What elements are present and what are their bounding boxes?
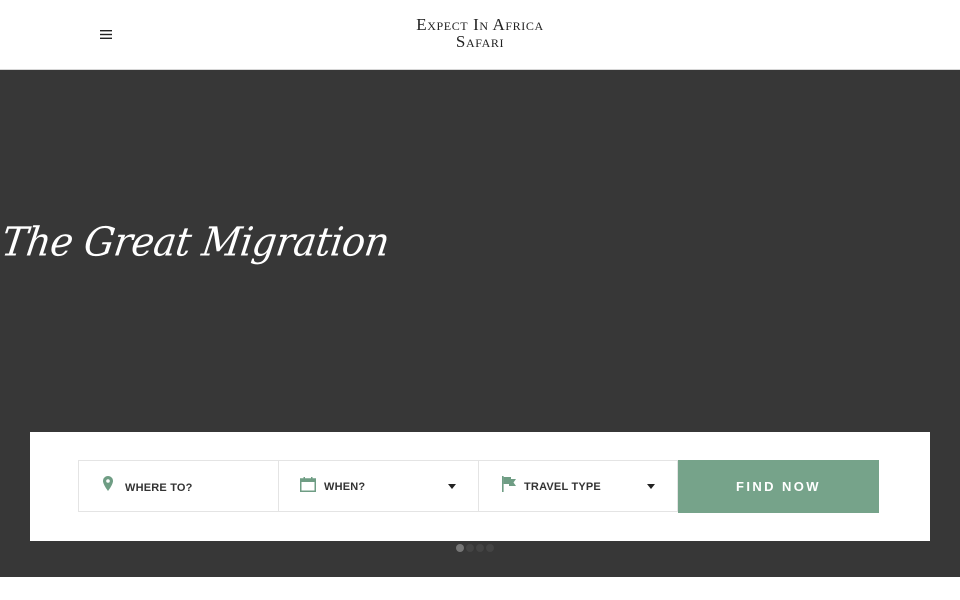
chevron-down-icon <box>448 484 456 489</box>
search-form: WHERE TO? WHEN? TRAVEL TYPE FIND NOW <box>78 460 879 513</box>
hero-title: The Great Migration <box>0 218 393 266</box>
slider-dot[interactable] <box>456 544 464 552</box>
search-panel: WHERE TO? WHEN? TRAVEL TYPE FIND NOW <box>30 432 930 541</box>
menu-button[interactable] <box>97 25 115 43</box>
calendar-icon <box>300 477 316 492</box>
chevron-down-icon <box>647 484 655 489</box>
logo-line-1: Expect In Africa <box>416 15 544 34</box>
when-field[interactable]: WHEN? <box>278 460 478 512</box>
slider-dot[interactable] <box>476 544 484 552</box>
travel-type-field[interactable]: TRAVEL TYPE <box>478 460 678 512</box>
flag-icon <box>502 476 516 492</box>
site-logo[interactable]: Expect In Africa Safari <box>380 16 580 50</box>
where-to-label: WHERE TO? <box>125 482 193 494</box>
slider-pagination <box>456 544 494 552</box>
site-header: Expect In Africa Safari <box>0 0 960 70</box>
when-label: WHEN? <box>324 481 366 493</box>
where-to-field[interactable]: WHERE TO? <box>78 460 278 512</box>
logo-line-2: Safari <box>455 32 505 51</box>
slider-dot[interactable] <box>466 544 474 552</box>
hamburger-menu-icon <box>100 29 112 39</box>
map-pin-icon <box>103 476 113 491</box>
slider-dot[interactable] <box>486 544 494 552</box>
find-now-button[interactable]: FIND NOW <box>678 460 879 513</box>
travel-type-label: TRAVEL TYPE <box>524 481 601 493</box>
